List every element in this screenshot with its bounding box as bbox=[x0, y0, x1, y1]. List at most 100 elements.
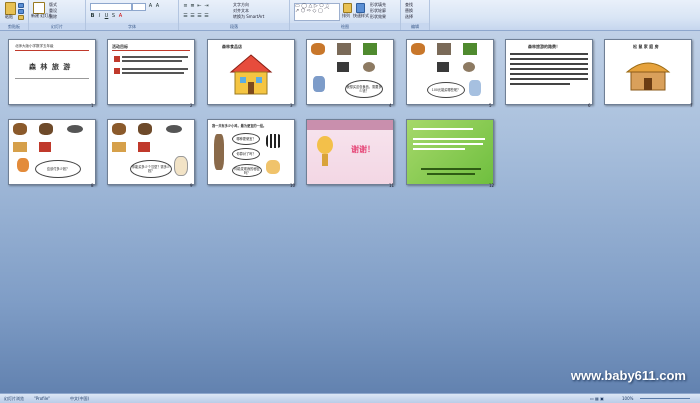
slide-title: 我一共有多少小鸡，最为便宜的一组。 bbox=[212, 124, 267, 128]
arrange-button[interactable]: 排列 bbox=[342, 13, 350, 19]
justify-icon[interactable]: ☰ bbox=[204, 13, 209, 19]
text-line bbox=[421, 168, 481, 170]
slide-thumbnail-11[interactable]: 谢谢！ bbox=[306, 119, 394, 185]
food-icon bbox=[13, 142, 27, 152]
status-theme: "Profile" bbox=[34, 396, 51, 401]
bullet-icon bbox=[114, 56, 120, 62]
font-color-button[interactable]: A bbox=[118, 13, 123, 19]
food-icon bbox=[337, 62, 349, 72]
group-editing: 查找 替换 选择 编辑 bbox=[401, 0, 430, 30]
slide-number: 9 bbox=[190, 183, 193, 188]
grow-font-button[interactable]: A bbox=[148, 3, 153, 9]
status-language: 中文(中国) bbox=[70, 396, 90, 401]
shape-effects-button[interactable]: 形状效果 bbox=[370, 14, 386, 20]
title-rule bbox=[15, 50, 89, 51]
shrink-font-button[interactable]: A bbox=[155, 3, 160, 9]
food-icon bbox=[463, 62, 475, 72]
food-icon bbox=[112, 142, 126, 152]
strikethrough-button[interactable]: S bbox=[111, 13, 116, 19]
trophy-icon bbox=[317, 136, 333, 154]
group-drawing: ▭ ◯ △ ▷ ⬠ ☆ ↗ ⬡ ⇨ ◇ ▢ ⌒ 排列 快速样式 形状填充 形状轮廓… bbox=[290, 0, 401, 30]
slide-thumbnail-9[interactable]: 你能买多少个汉堡？需多少钱？ bbox=[107, 119, 195, 185]
shapes-gallery[interactable]: ▭ ◯ △ ▷ ⬠ ☆ ↗ ⬡ ⇨ ◇ ▢ ⌒ bbox=[294, 3, 340, 21]
slide-subtitle: 北师大版小学数学五年级 bbox=[15, 44, 54, 48]
font-name-box[interactable] bbox=[90, 3, 132, 11]
slide-thumbnail-3[interactable]: 森林食品店 bbox=[207, 39, 295, 105]
cut-icon[interactable] bbox=[18, 3, 24, 8]
bullet-icon bbox=[114, 68, 120, 74]
lion-icon bbox=[17, 158, 29, 172]
decrease-indent-icon[interactable]: ⇤ bbox=[197, 3, 202, 9]
group-label-font: 字体 bbox=[86, 23, 178, 30]
food-icon bbox=[311, 43, 325, 55]
bullets-icon[interactable]: ≡ bbox=[183, 3, 188, 9]
zebra-icon bbox=[266, 134, 282, 148]
italic-button[interactable]: I bbox=[97, 13, 102, 19]
view-buttons[interactable]: ▭ ▦ ▣ bbox=[590, 394, 604, 403]
font-size-box[interactable] bbox=[132, 3, 146, 11]
text-line bbox=[413, 148, 465, 150]
text-line bbox=[122, 68, 188, 70]
house-icon bbox=[229, 54, 273, 95]
slide-number: 4 bbox=[389, 103, 392, 108]
speech-bubble: 哪种更便宜？ bbox=[232, 133, 260, 145]
food-icon bbox=[363, 62, 375, 72]
speech-bubble: 你能买多少个汉堡？需多少钱？ bbox=[130, 160, 172, 178]
group-label-paragraph: 段落 bbox=[179, 23, 289, 30]
bold-button[interactable]: B bbox=[90, 13, 95, 19]
food-icon bbox=[437, 62, 449, 72]
select-button[interactable]: 选择 bbox=[405, 14, 413, 20]
underline-button[interactable]: U bbox=[104, 13, 109, 19]
align-center-icon[interactable]: ☰ bbox=[190, 13, 195, 19]
watermark: www.baby611.com bbox=[570, 368, 686, 383]
header-band bbox=[307, 120, 393, 130]
slide-number: 6 bbox=[588, 103, 591, 108]
format-painter-icon[interactable] bbox=[18, 15, 24, 20]
numbering-icon[interactable]: ≣ bbox=[190, 3, 195, 9]
copy-icon[interactable] bbox=[18, 9, 24, 14]
slide-number: 8 bbox=[91, 183, 94, 188]
zoom-slider[interactable] bbox=[640, 398, 690, 399]
food-icon bbox=[363, 43, 377, 55]
text-line bbox=[510, 53, 588, 55]
increase-indent-icon[interactable]: ⇥ bbox=[204, 3, 209, 9]
text-line bbox=[510, 78, 588, 80]
quick-styles-button[interactable]: 快速样式 bbox=[353, 13, 369, 19]
slide-thumbnail-1[interactable]: 北师大版小学数学五年级 森 林 旅 游 bbox=[8, 39, 96, 105]
food-icon bbox=[411, 43, 425, 55]
title-rule bbox=[112, 50, 190, 51]
slide-number: 10 bbox=[290, 183, 296, 188]
arrange-icon[interactable] bbox=[343, 3, 352, 13]
speech-bubble: 应该付多少钱？ bbox=[35, 160, 81, 178]
slide-thumbnail-5[interactable]: 100元能买哪些呢？ bbox=[406, 39, 494, 105]
slide-thumbnail-8[interactable]: 应该付多少钱？ bbox=[8, 119, 96, 185]
align-right-icon[interactable]: ☰ bbox=[197, 13, 202, 19]
food-icon bbox=[463, 43, 477, 55]
slide-sorter: 北师大版小学数学五年级 森 林 旅 游 1 活动目标 2 森林食品店 3 我想买… bbox=[0, 31, 700, 394]
align-left-icon[interactable]: ☰ bbox=[183, 13, 188, 19]
convert-smartart-button[interactable]: 转换为 SmartArt bbox=[233, 14, 264, 20]
slide-thumbnail-10[interactable]: 我一共有多少小鸡，最为便宜的一组。 哪种更便宜？ 你算对了吗？ 你能发现我的秘密… bbox=[207, 119, 295, 185]
speech-bubble: 100元能买哪些呢？ bbox=[427, 82, 465, 98]
delete-button[interactable]: 删除 bbox=[49, 14, 57, 20]
food-icon bbox=[67, 125, 83, 133]
slide-thumbnail-6[interactable]: 森林旅游的路费！ bbox=[505, 39, 593, 105]
slide-thumbnail-7[interactable]: 松 鼠 家 庭 房 bbox=[604, 39, 692, 105]
text-line bbox=[413, 143, 483, 145]
group-slides: 新建 幻灯片 版式 重设 删除 幻灯片 bbox=[29, 0, 86, 30]
cottage-icon bbox=[625, 62, 671, 91]
quick-styles-icon[interactable] bbox=[356, 3, 365, 13]
slide-thumbnail-2[interactable]: 活动目标 bbox=[107, 39, 195, 105]
food-icon bbox=[166, 125, 182, 133]
group-label-slides: 幻灯片 bbox=[29, 23, 85, 30]
slide-thumbnail-4[interactable]: 我想买这包食品，需要多少钱？ bbox=[306, 39, 394, 105]
speech-bubble: 你算对了吗？ bbox=[232, 148, 260, 160]
group-label-drawing: 绘图 bbox=[290, 23, 400, 30]
zoom-level[interactable]: 100% bbox=[622, 394, 633, 403]
paste-button[interactable]: 粘贴 bbox=[5, 14, 13, 20]
cat-icon bbox=[266, 160, 280, 174]
slide-title: 森林旅游的路费！ bbox=[528, 44, 560, 49]
slide-thumbnail-12[interactable] bbox=[406, 119, 494, 185]
bear-icon bbox=[138, 123, 152, 135]
group-font: B I U S A A A 字体 bbox=[86, 0, 179, 30]
